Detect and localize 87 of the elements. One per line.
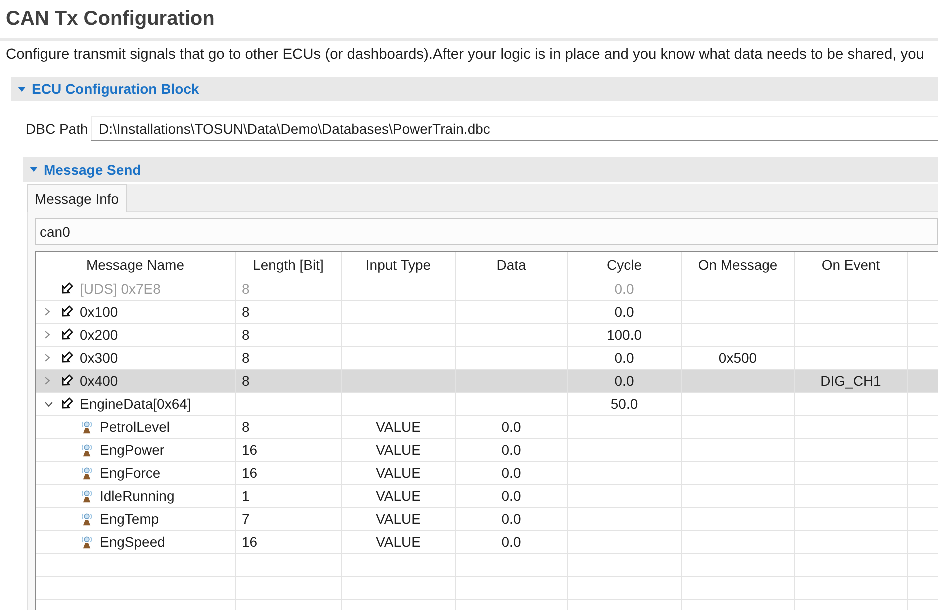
message-name: [UDS] 0x7E8 xyxy=(80,281,161,297)
chevron-down-icon[interactable] xyxy=(45,402,53,406)
data-value: 0.0 xyxy=(502,465,522,481)
cycle-value: 100.0 xyxy=(606,327,642,343)
signal-name: EngForce xyxy=(100,465,161,481)
length-value: 16 xyxy=(242,442,258,458)
arrow-icon xyxy=(60,374,74,388)
cycle-value: 50.0 xyxy=(610,396,638,412)
length-value: 8 xyxy=(242,281,250,297)
column-header: On Message xyxy=(698,257,778,273)
arrow-icon xyxy=(60,305,74,319)
input-type-value: VALUE xyxy=(376,534,421,550)
message-name: EngineData[0x64] xyxy=(80,396,192,412)
collapse-triangle-icon[interactable] xyxy=(30,167,38,172)
cycle-value: 0.0 xyxy=(614,304,634,320)
arrow-icon xyxy=(60,328,74,342)
arrow-icon xyxy=(60,351,74,365)
data-value: 0.0 xyxy=(502,442,522,458)
input-type-value: VALUE xyxy=(376,419,421,435)
table-row[interactable]: 0x100 8 0.0 xyxy=(36,301,938,324)
on-event-value: DIG_CH1 xyxy=(820,373,882,389)
antenna-icon xyxy=(82,466,92,480)
section-header[interactable]: Message Send xyxy=(23,157,938,182)
data-value: 0.0 xyxy=(502,419,522,435)
input-type-value: VALUE xyxy=(376,465,421,481)
table-row[interactable]: EngineData[0x64] 50.0 xyxy=(36,393,938,416)
channel-field[interactable]: can0 xyxy=(35,218,938,245)
antenna-icon xyxy=(82,512,92,526)
chevron-right-icon[interactable] xyxy=(45,308,50,316)
length-value: 8 xyxy=(242,373,250,389)
dbc-path-field[interactable]: D:\Installations\TOSUN\Data\Demo\Databases\PowerTrain.dbc xyxy=(91,116,938,141)
signal-name: EngTemp xyxy=(100,511,160,527)
length-value: 8 xyxy=(242,350,250,366)
data-value: 0.0 xyxy=(502,511,522,527)
on-message-value: 0x500 xyxy=(718,350,758,366)
antenna-icon xyxy=(82,535,92,549)
length-value: 16 xyxy=(242,465,258,481)
data-value: 0.0 xyxy=(502,488,522,504)
column-header: Data xyxy=(496,257,526,273)
antenna-icon xyxy=(82,489,92,503)
table-row[interactable]: PetrolLevel 8 VALUE 0.0 xyxy=(36,416,938,439)
data-value: 0.0 xyxy=(502,534,522,550)
input-type-value: VALUE xyxy=(376,511,421,527)
table-row[interactable]: EngForce 16 VALUE 0.0 xyxy=(36,462,938,485)
page-title: CAN Tx Configuration xyxy=(5,7,216,32)
message-name: 0x400 xyxy=(80,373,118,389)
column-header: Message Name xyxy=(86,257,185,273)
arrow-icon xyxy=(60,397,74,411)
length-value: 7 xyxy=(242,511,250,527)
signal-name: PetrolLevel xyxy=(100,419,170,435)
input-type-value: VALUE xyxy=(376,442,421,458)
chevron-right-icon[interactable] xyxy=(45,377,50,385)
signal-name: EngPower xyxy=(100,442,165,458)
arrow-icon xyxy=(60,282,74,296)
chevron-right-icon[interactable] xyxy=(45,354,50,362)
cycle-value: 0.0 xyxy=(614,281,634,297)
table-row[interactable]: 0x400 8 0.0 DIG_CH1 xyxy=(36,370,938,393)
column-header: Cycle xyxy=(606,257,642,273)
collapse-triangle-icon[interactable] xyxy=(18,86,26,92)
cycle-value: 0.0 xyxy=(614,350,634,366)
column-header: Length [Bit] xyxy=(253,257,324,273)
signal-name: EngSpeed xyxy=(100,534,166,550)
message-name: 0x300 xyxy=(80,350,118,366)
table-row[interactable]: IdleRunning 1 VALUE 0.0 xyxy=(36,485,938,508)
dbc-path-label: DBC Path xyxy=(26,120,90,136)
chevron-right-icon[interactable] xyxy=(45,331,50,339)
tab[interactable]: Message Info xyxy=(27,184,128,212)
signal-name: IdleRunning xyxy=(100,488,175,504)
message-name: 0x200 xyxy=(80,327,118,343)
message-name: 0x100 xyxy=(80,304,118,320)
column-header: Input Type xyxy=(366,257,432,273)
table-row[interactable]: EngTemp 7 VALUE 0.0 xyxy=(36,508,938,531)
description-text: Configure transmit signals that go to other ECUs (or dashboards).After your logic is in place and you know what data needs to be shared, you xyxy=(6,46,924,65)
length-value: 16 xyxy=(242,534,258,550)
table-row[interactable]: EngPower 16 VALUE 0.0 xyxy=(36,439,938,462)
section-header[interactable]: ECU Configuration Block xyxy=(11,77,938,101)
length-value: 8 xyxy=(242,419,250,435)
table-row[interactable]: 0x200 8 100.0 xyxy=(36,324,938,347)
column-header: On Event xyxy=(822,257,880,273)
antenna-icon xyxy=(82,420,92,434)
table-row[interactable]: EngSpeed 16 VALUE 0.0 xyxy=(36,531,938,554)
length-value: 1 xyxy=(242,488,250,504)
length-value: 8 xyxy=(242,327,250,343)
input-type-value: VALUE xyxy=(376,488,421,504)
antenna-icon xyxy=(82,443,92,457)
cycle-value: 0.0 xyxy=(614,373,634,389)
length-value: 8 xyxy=(242,304,250,320)
